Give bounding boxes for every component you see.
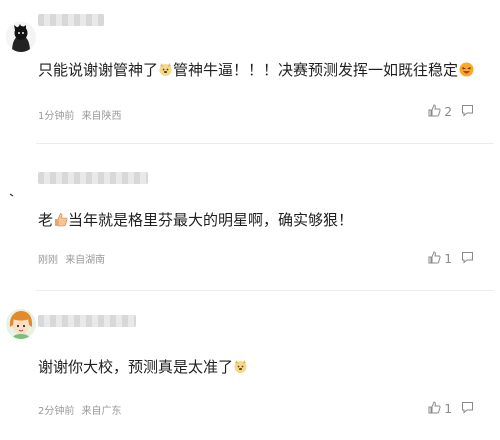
username[interactable]: [38, 315, 136, 327]
avatar[interactable]: [6, 22, 36, 52]
comment-time: 2分钟前: [38, 406, 75, 417]
comment-text: 老当年就是格里芬最大的明星啊，确实够狠！: [38, 211, 354, 229]
like-count: 1: [444, 252, 452, 266]
comment-item: 只能说谢谢管神了 管神牛逼！！！决赛预测发挥一如既往稳定 1分钟前 来自陕西 2: [0, 0, 500, 140]
username[interactable]: [38, 14, 104, 26]
laughing-face-emoji: [459, 62, 474, 77]
thumbs-up-emoji: [53, 212, 68, 227]
thumbs-up-icon: [428, 104, 441, 120]
comment-bubble-icon[interactable]: [461, 251, 474, 267]
divider: [36, 143, 494, 144]
like-count: 2: [444, 105, 452, 119]
divider: [36, 290, 494, 291]
comment-location: 来自湖南: [65, 255, 106, 266]
username[interactable]: [38, 172, 148, 184]
avatar[interactable]: [2, 176, 32, 206]
dog-face-emoji: [158, 62, 173, 77]
comment-meta: 2分钟前 来自广东: [38, 402, 122, 417]
comment-bubble-icon[interactable]: [461, 104, 474, 120]
like-button[interactable]: 2: [428, 104, 474, 120]
thumbs-up-icon: [428, 251, 441, 267]
comment-text: 只能说谢谢管神了 管神牛逼！！！决赛预测发挥一如既往稳定: [38, 60, 474, 80]
comment-time: 1分钟前: [38, 111, 75, 122]
like-count: 1: [444, 402, 452, 416]
comment-time: 刚刚: [38, 255, 58, 266]
comment-meta: 1分钟前 来自陕西: [38, 107, 122, 122]
avatar[interactable]: [6, 309, 36, 339]
comment-location: 来自陕西: [81, 111, 122, 122]
like-button[interactable]: 1: [428, 401, 474, 417]
thumbs-up-icon: [428, 401, 441, 417]
comment-location: 来自广东: [81, 406, 122, 417]
comment-bubble-icon[interactable]: [461, 401, 474, 417]
comment-text: 谢谢你大校，预测真是太准了: [38, 357, 248, 377]
like-button[interactable]: 1: [428, 251, 474, 267]
comment-item: 老当年就是格里芬最大的明星啊，确实够狠！ 刚刚 来自湖南 1: [0, 146, 500, 286]
comment-item: 谢谢你大校，预测真是太准了 2分钟前 来自广东 1: [0, 293, 500, 440]
dog-face-emoji: [233, 359, 248, 374]
comment-meta: 刚刚 来自湖南: [38, 251, 105, 266]
